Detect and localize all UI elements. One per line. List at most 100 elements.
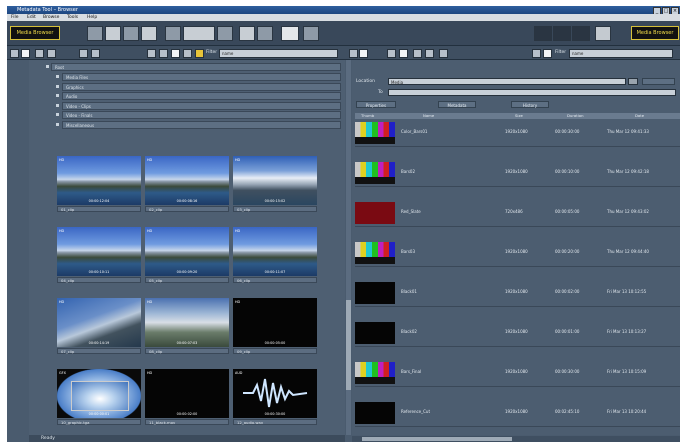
scrollbar-thumb[interactable] [362, 437, 512, 441]
expand-arrow-icon[interactable] [56, 113, 59, 116]
toolbar-button-3[interactable] [123, 26, 139, 41]
thumbnail-image[interactable]: HD 00:00:14:19 [57, 298, 141, 347]
thumbnail-tile[interactable]: HD 00:00:15:02 03_clip [233, 156, 317, 212]
table-row[interactable]: Red_Slate 720x486 00:00:05:00 Thu Mar 12 09… [355, 200, 680, 227]
thumbnail-tile[interactable]: HD 00:00:09:20 05_clip [145, 227, 229, 283]
table-row[interactable]: Reference_Cut 1920x1080 00:02:45:10 Fri Mar… [355, 400, 680, 427]
thumbnail-tile[interactable]: HD 00:00:08:16 02_clip [145, 156, 229, 212]
table-row[interactable]: Black02 1920x1080 00:00:01:00 Fri Mar 13 10… [355, 320, 680, 347]
expand-arrow-icon[interactable] [56, 84, 59, 88]
expand-arrow-icon[interactable] [46, 65, 49, 68]
list-view-icon[interactable] [21, 49, 30, 58]
menu-help[interactable]: Help [87, 15, 97, 20]
location-input[interactable]: Media [388, 78, 626, 85]
column-header-size[interactable]: Size [515, 113, 523, 119]
menu-browse[interactable]: Browse [43, 15, 59, 20]
settings-icon[interactable] [595, 26, 611, 41]
tree-item[interactable]: Miscellaneous [62, 120, 341, 129]
refresh-icon[interactable] [425, 49, 434, 58]
menu-tools[interactable]: Tools [67, 15, 78, 20]
filter-input-left[interactable]: name [219, 49, 338, 58]
menu-edit[interactable]: Edit [27, 15, 36, 20]
thumbnail-tile[interactable]: HD 00:00:07:03 08_clip [145, 298, 229, 354]
import-icon[interactable] [183, 49, 192, 58]
tree-item-root[interactable]: Root [51, 63, 341, 71]
column-header-duration[interactable]: Duration [567, 113, 584, 119]
column-header-thumb[interactable]: Thumb [361, 113, 374, 119]
toolbar-button-7[interactable] [217, 26, 233, 41]
scrollbar-thumb[interactable] [346, 300, 351, 390]
thumbnail-tile[interactable]: GFX 00:00:00:01 10_graphic.tga [57, 369, 141, 425]
expand-arrow-icon[interactable] [56, 122, 59, 126]
toolbar-button-10[interactable] [281, 26, 299, 41]
vertical-scrollbar[interactable] [346, 60, 351, 435]
tree-item[interactable]: Audio [62, 92, 341, 100]
grid-view-icon[interactable] [10, 49, 19, 58]
zoom-icon[interactable] [543, 49, 552, 58]
filter-icon[interactable] [195, 49, 204, 58]
toolbar-button-2[interactable] [105, 26, 121, 41]
filter-input-right[interactable]: name [569, 49, 673, 58]
toolbar-display-3[interactable] [572, 26, 590, 41]
toolbar-display-1[interactable] [534, 26, 552, 41]
mode-label-left[interactable]: Media Browser [10, 26, 60, 40]
home-icon[interactable] [399, 49, 408, 58]
toolbar-button-8[interactable] [239, 26, 255, 41]
refresh-icon[interactable] [47, 49, 56, 58]
toolbar-display-2[interactable] [553, 26, 571, 41]
table-row[interactable]: Bars_Final 1920x1080 00:00:30:00 Fri Mar 13… [355, 360, 680, 387]
thumbnail-tile[interactable]: HD 00:00:10:11 04_clip [57, 227, 141, 283]
thumbnail-tile[interactable]: HD 00:00:05:00 09_clip [233, 298, 317, 354]
thumbnail-image[interactable]: AUD 00:00:30:00 [233, 369, 317, 418]
toolbar-button-1[interactable] [87, 26, 103, 41]
expand-arrow-icon[interactable] [56, 103, 59, 107]
toolbar-button-4[interactable] [141, 26, 157, 41]
thumbnail-tile[interactable]: HD 00:00:11:07 06_clip [233, 227, 317, 283]
thumbnail-image[interactable]: HD 00:00:02:00 [145, 369, 229, 418]
tab-metadata[interactable]: Metadata [438, 101, 476, 108]
up-folder-icon[interactable] [439, 49, 448, 58]
thumbnail-image[interactable]: HD 00:00:05:00 [233, 298, 317, 347]
tree-item[interactable]: Media Files [62, 73, 341, 81]
new-folder-icon[interactable] [171, 49, 180, 58]
thumbnail-tile[interactable]: HD 00:00:14:19 07_clip [57, 298, 141, 354]
column-header-date[interactable]: Date [635, 113, 644, 119]
to-input[interactable] [388, 89, 676, 96]
thumbnail-image[interactable]: HD 00:00:08:16 [145, 156, 229, 205]
thumbnail-tile[interactable]: HD 00:00:12:04 01_clip [57, 156, 141, 212]
expand-arrow-icon[interactable] [56, 75, 59, 78]
table-row[interactable]: Black01 1920x1080 00:00:02:00 Fri Mar 13 10… [355, 280, 680, 307]
table-row[interactable]: Bars02 1920x1080 00:00:10:00 Thu Mar 12 09:… [355, 160, 680, 187]
toolbar-button-11[interactable] [303, 26, 319, 41]
tree-item[interactable]: Video - Finals [62, 111, 341, 119]
menu-file[interactable]: File [11, 15, 19, 20]
forward-icon[interactable] [413, 49, 422, 58]
location-action-button[interactable] [642, 78, 675, 85]
search-icon[interactable] [532, 49, 541, 58]
list-view-icon[interactable] [359, 49, 368, 58]
thumbnail-image[interactable]: HD 00:00:15:02 [233, 156, 317, 205]
thumbnail-tile[interactable]: HD 00:00:02:00 11_black.mov [145, 369, 229, 425]
toolbar-button-5[interactable] [165, 26, 181, 41]
back-icon[interactable] [79, 49, 88, 58]
up-folder-icon[interactable] [35, 49, 44, 58]
thumbnail-image[interactable]: HD 00:00:11:07 [233, 227, 317, 276]
toolbar-button-6[interactable] [183, 26, 215, 41]
toolbar-button-9[interactable] [257, 26, 273, 41]
grid-view-icon[interactable] [349, 49, 358, 58]
thumbnail-image[interactable]: HD 00:00:09:20 [145, 227, 229, 276]
mode-label-right[interactable]: Media Browser [631, 26, 679, 40]
zoom-icon[interactable] [159, 49, 168, 58]
expand-arrow-icon[interactable] [56, 94, 59, 97]
table-row[interactable]: Color_Bars01 1920x1080 00:00:30:00 Thu Mar … [355, 120, 680, 147]
forward-icon[interactable] [91, 49, 100, 58]
thumbnail-tile[interactable]: AUD 00:00:30:00 12_audio.wav [233, 369, 317, 425]
back-icon[interactable] [387, 49, 396, 58]
column-header-name[interactable]: Name [423, 113, 434, 119]
tab-history[interactable]: History [511, 101, 549, 108]
tab-properties[interactable]: Properties [356, 101, 396, 108]
thumbnail-image[interactable]: HD 00:00:10:11 [57, 227, 141, 276]
thumbnail-image[interactable]: HD 00:00:12:04 [57, 156, 141, 205]
thumbnail-image[interactable]: GFX 00:00:00:01 [57, 369, 141, 418]
browse-button[interactable] [628, 78, 638, 85]
